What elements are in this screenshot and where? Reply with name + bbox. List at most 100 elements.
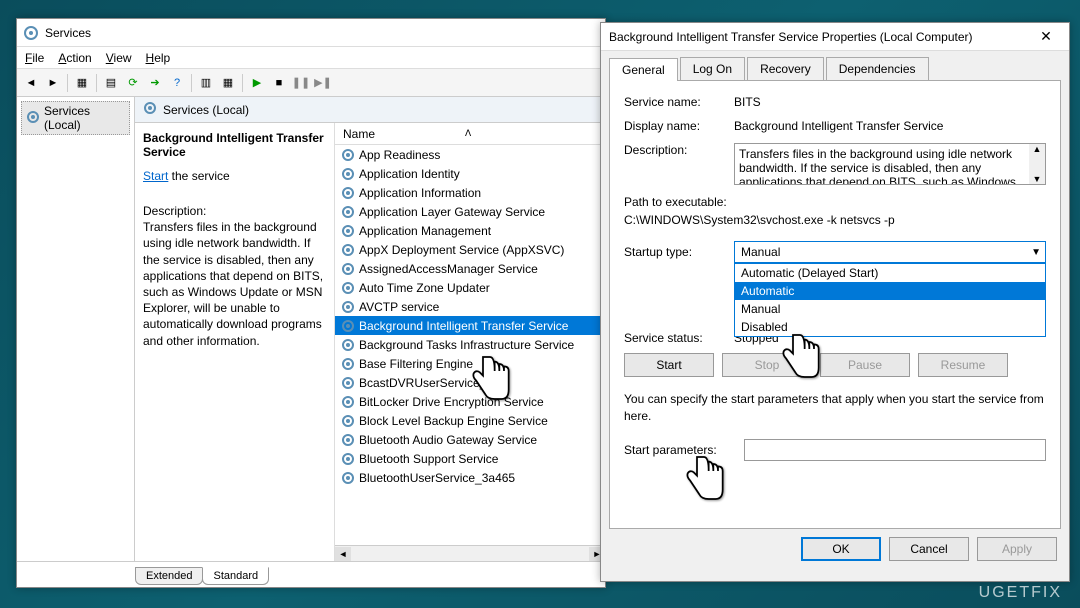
start-suffix: the service — [168, 169, 229, 183]
tree-label: Services (Local) — [44, 104, 125, 132]
export-button[interactable]: ➔ — [145, 73, 165, 93]
service-name: BitLocker Drive Encryption Service — [359, 395, 544, 409]
scroll-up-icon[interactable]: ▲ — [1029, 144, 1045, 154]
value-service-name: BITS — [734, 95, 1046, 109]
label-service-name: Service name: — [624, 95, 734, 109]
close-button[interactable]: ✕ — [1031, 28, 1061, 45]
column-header-name[interactable]: Name ᐱ — [335, 123, 605, 145]
dialog-body: Service name: BITS Display name: Backgro… — [609, 81, 1061, 529]
menu-file[interactable]: File — [25, 51, 44, 65]
service-row[interactable]: BcastDVRUserService_ — [335, 373, 605, 392]
dialog-titlebar: Background Intelligent Transfer Service … — [601, 23, 1069, 51]
service-row[interactable]: Bluetooth Support Service — [335, 449, 605, 468]
watermark: UGETFIX — [979, 584, 1062, 602]
tab-general[interactable]: General — [609, 58, 678, 81]
panel-header: Services (Local) — [135, 97, 605, 123]
startup-combobox[interactable]: Manual ▼ — [734, 241, 1046, 263]
select-cols-button[interactable]: ▦ — [72, 73, 92, 93]
label-status: Service status: — [624, 331, 734, 345]
service-row[interactable]: Auto Time Zone Updater — [335, 278, 605, 297]
scroll-left[interactable]: ◄ — [335, 547, 351, 561]
start-service-button[interactable]: ▶ — [247, 73, 267, 93]
tab-dependencies[interactable]: Dependencies — [826, 57, 929, 80]
stop-service-button[interactable]: ■ — [269, 73, 289, 93]
h-scrollbar[interactable]: ◄ ► — [335, 545, 605, 561]
col-name: Name — [343, 127, 375, 141]
label-path: Path to executable: — [624, 195, 727, 209]
service-row[interactable]: Background Tasks Infrastructure Service — [335, 335, 605, 354]
menu-action[interactable]: Action — [58, 51, 91, 65]
params-input[interactable] — [744, 439, 1046, 461]
chevron-down-icon: ▼ — [1031, 247, 1041, 258]
opt-disabled[interactable]: Disabled — [735, 318, 1045, 336]
gear-icon — [143, 101, 157, 118]
selected-service-title: Background Intelligent Transfer Service — [143, 131, 326, 159]
tree-node-services-local[interactable]: Services (Local) — [21, 101, 130, 135]
help-text: You can specify the start parameters tha… — [624, 391, 1046, 425]
service-name: Application Management — [359, 224, 491, 238]
back-button[interactable]: ◄ — [21, 73, 41, 93]
service-name: Base Filtering Engine — [359, 357, 473, 371]
panel-header-text: Services (Local) — [163, 103, 249, 117]
refresh-button[interactable]: ⟳ — [123, 73, 143, 93]
services-window: Services File Action View Help ◄ ► ▦ ▤ ⟳… — [16, 18, 606, 588]
menu-help[interactable]: Help — [146, 51, 171, 65]
toolbar: ◄ ► ▦ ▤ ⟳ ➔ ? ▥ ▦ ▶ ■ ❚❚ ▶❚ — [17, 69, 605, 97]
services-list[interactable]: App Readiness Application Identity Applica… — [335, 145, 605, 545]
opt-automatic[interactable]: Automatic — [735, 282, 1045, 300]
tab-extended[interactable]: Extended — [135, 567, 203, 585]
service-name: Background Intelligent Transfer Service — [359, 319, 568, 333]
pause-button: Pause — [820, 353, 910, 377]
ok-button[interactable]: OK — [801, 537, 881, 561]
service-row[interactable]: Block Level Backup Engine Service — [335, 411, 605, 430]
service-row[interactable]: App Readiness — [335, 145, 605, 164]
detail-button[interactable]: ▦ — [218, 73, 238, 93]
service-row[interactable]: BluetoothUserService_3a465 — [335, 468, 605, 487]
restart-service-button[interactable]: ▶❚ — [313, 73, 333, 93]
window-title: Services — [45, 26, 599, 40]
service-row[interactable]: Application Management — [335, 221, 605, 240]
forward-button[interactable]: ► — [43, 73, 63, 93]
gear-icon — [341, 205, 355, 219]
help-button[interactable]: ? — [167, 73, 187, 93]
service-row[interactable]: Application Identity — [335, 164, 605, 183]
menu-view[interactable]: View — [106, 51, 132, 65]
service-row[interactable]: AVCTP service — [335, 297, 605, 316]
start-button[interactable]: Start — [624, 353, 714, 377]
service-row[interactable]: BitLocker Drive Encryption Service — [335, 392, 605, 411]
separator — [67, 74, 68, 92]
control-buttons: Start Stop Pause Resume — [624, 353, 1046, 377]
service-row[interactable]: Background Intelligent Transfer Service — [335, 316, 605, 335]
service-row[interactable]: AssignedAccessManager Service — [335, 259, 605, 278]
service-row[interactable]: Application Information — [335, 183, 605, 202]
service-name: Background Tasks Infrastructure Service — [359, 338, 574, 352]
scroll-down-icon[interactable]: ▼ — [1029, 174, 1045, 184]
service-name: AppX Deployment Service (AppXSVC) — [359, 243, 564, 257]
service-row[interactable]: Base Filtering Engine — [335, 354, 605, 373]
service-name: Application Identity — [359, 167, 460, 181]
opt-auto-delayed[interactable]: Automatic (Delayed Start) — [735, 264, 1045, 282]
separator — [242, 74, 243, 92]
list-button[interactable]: ▥ — [196, 73, 216, 93]
service-row[interactable]: AppX Deployment Service (AppXSVC) — [335, 240, 605, 259]
tab-logon[interactable]: Log On — [680, 57, 745, 80]
properties-dialog: Background Intelligent Transfer Service … — [600, 22, 1070, 582]
description-text: Transfers files in the background using … — [739, 147, 1016, 185]
service-row[interactable]: Application Layer Gateway Service — [335, 202, 605, 221]
service-row[interactable]: Bluetooth Audio Gateway Service — [335, 430, 605, 449]
service-name: Auto Time Zone Updater — [359, 281, 490, 295]
properties-button[interactable]: ▤ — [101, 73, 121, 93]
service-name: BluetoothUserService_3a465 — [359, 471, 515, 485]
gear-icon — [341, 338, 355, 352]
pause-service-button[interactable]: ❚❚ — [291, 73, 311, 93]
start-link[interactable]: Start — [143, 169, 168, 183]
tab-recovery[interactable]: Recovery — [747, 57, 824, 80]
service-name: Bluetooth Audio Gateway Service — [359, 433, 537, 447]
desc-scrollbar[interactable]: ▲▼ — [1029, 144, 1045, 184]
stop-button: Stop — [722, 353, 812, 377]
sort-arrow-icon: ᐱ — [465, 128, 471, 139]
gear-icon — [341, 186, 355, 200]
cancel-button[interactable]: Cancel — [889, 537, 969, 561]
opt-manual[interactable]: Manual — [735, 300, 1045, 318]
tab-standard[interactable]: Standard — [202, 567, 269, 585]
